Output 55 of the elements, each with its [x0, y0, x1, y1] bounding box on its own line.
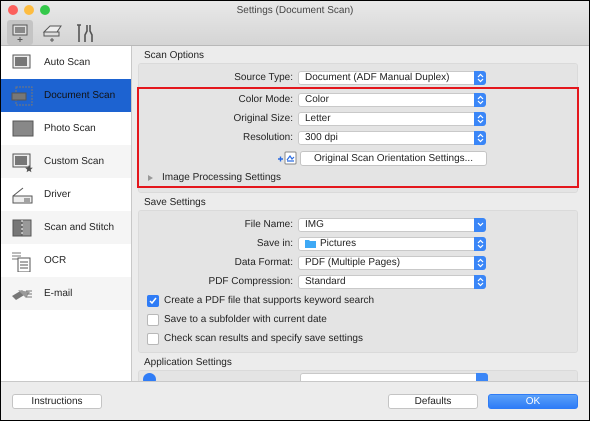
dialog-button[interactable]: Instructions	[12, 394, 102, 408]
up-down-arrows-icon	[476, 238, 484, 248]
dropdown[interactable]: Color	[298, 92, 486, 106]
dropdown[interactable]: PDF (Multiple Pages)	[298, 256, 486, 270]
stitched-pages-icon	[10, 216, 34, 238]
dialog-button[interactable]: Defaults	[388, 394, 478, 408]
dropdown[interactable]: 300 dpi	[298, 130, 486, 144]
checkbox[interactable]	[147, 314, 159, 326]
field-label: Color Mode:	[238, 94, 294, 105]
sidebar-item[interactable]: Scan and Stitch	[1, 211, 131, 244]
sidebar-item[interactable]: E-mail	[1, 277, 131, 310]
window-title: Settings (Document Scan)	[236, 5, 354, 18]
dropdown[interactable]: Letter	[298, 112, 486, 126]
up-down-arrows-icon	[476, 132, 484, 142]
checkbox-label: Check scan results and specify save settings	[164, 333, 363, 344]
folder-icon	[305, 239, 316, 248]
dropdown[interactable]: Document (ADF Manual Duplex)	[298, 70, 486, 84]
sidebar-item[interactable]: Driver	[1, 178, 131, 211]
close-button[interactable]	[8, 5, 18, 15]
dropdown[interactable]: Standard	[298, 274, 486, 288]
section-title: Save Settings	[143, 196, 207, 210]
field-label: File Name:	[244, 219, 294, 230]
toolbar-tab[interactable]	[7, 20, 33, 45]
up-down-arrows-icon	[476, 94, 484, 104]
up-down-arrows-icon	[476, 258, 484, 268]
document-icon	[10, 84, 34, 106]
up-down-arrows-icon	[476, 72, 484, 82]
checkbox[interactable]	[147, 294, 159, 306]
zoom-button[interactable]	[40, 5, 50, 15]
checkbox-label: Save to a subfolder with current date	[164, 314, 327, 325]
up-down-arrows-icon	[476, 276, 484, 286]
field-label: Data Format:	[234, 257, 294, 268]
photo-icon	[10, 118, 34, 140]
sidebar-item[interactable]: Auto Scan	[1, 46, 131, 79]
sidebar-item[interactable]: Photo Scan	[1, 112, 131, 145]
field-label: PDF Compression:	[208, 276, 294, 287]
section-title: Application Settings	[143, 356, 233, 370]
dropdown[interactable]: Pictures	[298, 236, 486, 250]
section-title: Scan Options	[143, 49, 206, 63]
orientation-icon	[277, 150, 297, 166]
field-label: Source Type:	[233, 72, 294, 83]
checkbox[interactable]	[147, 332, 159, 344]
field-label: Save in:	[256, 238, 294, 249]
document-star-icon	[10, 150, 34, 172]
sidebar-item[interactable]: OCR	[1, 244, 131, 277]
up-down-arrows-icon	[476, 114, 484, 124]
dropdown[interactable]: IMG	[298, 218, 486, 232]
section-toggle-label[interactable]: Image Processing Settings	[162, 172, 281, 183]
chevron-down-icon	[476, 222, 484, 227]
disclosure-triangle-icon[interactable]	[148, 174, 153, 180]
field-label: Original Size:	[232, 113, 294, 124]
sidebar-item[interactable]: Custom Scan	[1, 145, 131, 178]
orientation-settings-button[interactable]: Original Scan Orientation Settings...	[300, 150, 487, 166]
field-label: Resolution:	[242, 132, 294, 143]
checkbox-label: Create a PDF file that supports keyword search	[164, 295, 374, 306]
